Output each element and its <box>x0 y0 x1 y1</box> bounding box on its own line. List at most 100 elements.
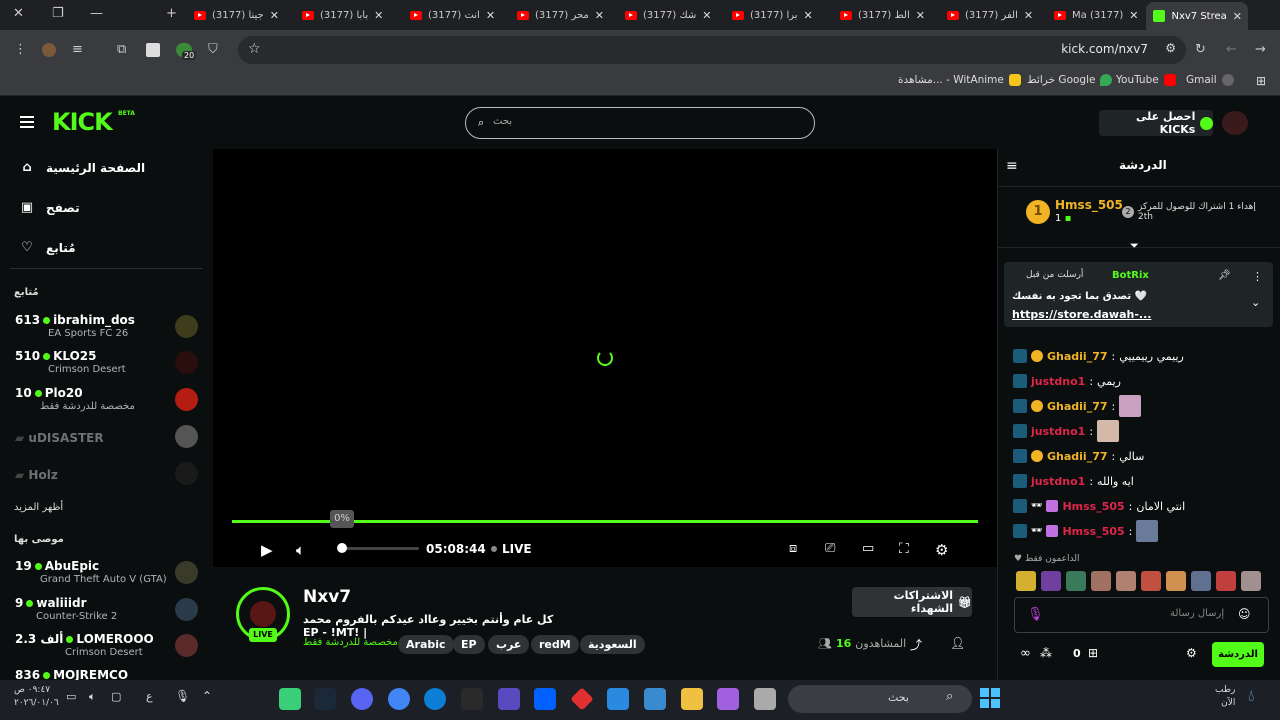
extension-icon[interactable] <box>146 43 160 57</box>
chat-message[interactable]: 🕶 Hmss_505: انتي الامان <box>1013 496 1185 516</box>
close-tab-icon[interactable]: ✕ <box>486 9 495 22</box>
copilot-icon[interactable] <box>717 688 739 710</box>
close-tab-icon[interactable]: ✕ <box>1129 9 1138 22</box>
follow-user-icon[interactable]: 👤︎ <box>950 636 965 650</box>
live-indicator[interactable]: LIVE <box>491 542 532 556</box>
chat-input[interactable] <box>1014 597 1269 633</box>
recommended-channel[interactable]: 9 waliiidr Counter-Strike 2 <box>15 596 203 628</box>
gift-subs-button[interactable]: 🎁︎ الاشتراكات الشهداء <box>852 587 972 617</box>
browser-tab[interactable]: ✕ شك (3177) <box>619 4 717 26</box>
taskbar-app-icon[interactable] <box>754 688 776 710</box>
taskbar-search[interactable] <box>788 685 972 713</box>
recommended-channel[interactable]: 2.3 ألف LOMEROOO Crimson Desert <box>15 632 203 664</box>
supporter-emote[interactable] <box>1091 571 1111 591</box>
discord-icon[interactable] <box>351 688 373 710</box>
following-channel[interactable]: 613 ibrahim_dos EA Sports FC 26 <box>15 313 203 345</box>
show-more-link[interactable]: أظهر المزيد <box>14 502 63 513</box>
chat-message[interactable]: Ghadii_77: سالي <box>1013 446 1144 466</box>
volume-tray-icon[interactable]: 🔈︎ <box>89 690 96 704</box>
stream-category[interactable]: مخصصة للدردشة فقط <box>303 637 398 648</box>
language-indicator[interactable]: ع <box>146 690 153 703</box>
chat-message[interactable]: Ghadii_77: <box>1013 395 1142 417</box>
taskbar-app-icon[interactable] <box>279 688 301 710</box>
extensions-icon[interactable]: ⧉ <box>117 42 126 57</box>
microphone-icon[interactable]: 🎙︎ <box>1027 607 1044 622</box>
steam-icon[interactable] <box>314 688 336 710</box>
minimize-window-icon[interactable]: — <box>90 6 103 21</box>
address-bar[interactable]: ☆ kick.com/nxv7 ⚙ <box>238 36 1186 64</box>
filter-icon[interactable]: ⏷ <box>1130 239 1139 253</box>
gift-icon[interactable]: ⊞ <box>1088 646 1098 660</box>
network-icon[interactable]: ▢ <box>111 690 121 703</box>
bookmark-gmail[interactable]: Gmail <box>1186 74 1234 86</box>
taskbar-clock[interactable]: ٠٩:٤٧ ص ٢٠٢٦/٠١/٠٦ <box>14 684 59 710</box>
play-icon[interactable]: ▶ <box>261 541 273 559</box>
close-tab-icon[interactable]: ✕ <box>916 9 925 22</box>
new-tab-icon[interactable]: + <box>166 6 177 21</box>
browser-tab[interactable]: ✕ جينا (3177) <box>188 4 285 26</box>
epic-games-icon[interactable] <box>461 688 483 710</box>
offline-channel[interactable]: ▰ Holz <box>15 462 203 496</box>
supporter-emote[interactable] <box>1141 571 1161 591</box>
stream-tag[interactable]: Arabic <box>398 635 454 654</box>
bookmark-youtube[interactable]: YouTube <box>1116 74 1176 86</box>
browser-tab[interactable]: ✕ برا (3177) <box>726 4 819 26</box>
kick-logo[interactable]: KICK <box>52 108 113 136</box>
share-icon[interactable]: ⤴ <box>910 636 922 653</box>
pin-icon[interactable]: 📌︎ <box>1218 270 1231 281</box>
tray-overflow-icon[interactable]: ⌃ <box>202 689 212 703</box>
recommended-channel[interactable]: 19 AbuEpic Grand Theft Auto V (GTA) <box>15 559 203 591</box>
chat-message[interactable]: justdno1: ايه والله <box>1013 471 1134 491</box>
site-settings-icon[interactable]: ⚙ <box>1165 41 1176 55</box>
supporter-emote[interactable] <box>1216 571 1236 591</box>
profile-avatar[interactable] <box>42 43 56 57</box>
user-avatar[interactable] <box>1222 111 1248 135</box>
back-icon[interactable]: → <box>1255 42 1266 57</box>
offline-channel[interactable]: ▰ uDISASTER <box>15 425 203 459</box>
pinned-username[interactable]: BotRix <box>1112 270 1149 281</box>
channel-name[interactable]: Nxv7 <box>303 587 351 607</box>
clip-icon[interactable]: ⎚ <box>825 541 835 556</box>
close-tab-icon[interactable]: ✕ <box>270 9 279 22</box>
chevron-down-icon[interactable]: ⌄ <box>1251 296 1260 309</box>
stream-tag[interactable]: عرب <box>488 635 530 654</box>
miniplayer-icon[interactable]: ⧈ <box>789 541 797 556</box>
browser-tab[interactable]: ✕ محر (3177) <box>511 4 610 26</box>
hamburger-menu-icon[interactable] <box>20 116 34 131</box>
browser-tab[interactable]: ✕ بابا (3177) <box>296 4 389 26</box>
apps-grid-icon[interactable]: ⊞ <box>1256 74 1266 88</box>
search-input[interactable] <box>465 107 815 139</box>
supporter-emote[interactable] <box>1116 571 1136 591</box>
close-window-icon[interactable]: ✕ <box>13 6 24 21</box>
fullscreen-icon[interactable]: ⛶ <box>899 541 909 557</box>
kicks-icon[interactable]: ⁂ <box>1040 646 1052 660</box>
bookmark-google-maps[interactable]: خرائط Google <box>1027 74 1113 86</box>
volume-slider[interactable] <box>345 547 419 550</box>
chat-message[interactable]: justdno1: <box>1013 420 1120 442</box>
collapse-chat-icon[interactable]: ≡ <box>1006 158 1018 174</box>
microphone-tray-icon[interactable]: 🎙︎ <box>175 689 190 703</box>
close-tab-icon[interactable]: ✕ <box>595 9 604 22</box>
stream-tag[interactable]: redM <box>531 635 579 654</box>
recommended-channel[interactable]: 836 MOJREMCO <box>15 668 203 680</box>
active-browser-tab[interactable]: ✕ Nxv7 Strea <box>1146 2 1248 30</box>
supporter-emote[interactable] <box>1066 571 1086 591</box>
stream-tag[interactable]: EP <box>453 635 485 654</box>
volume-knob[interactable] <box>337 543 347 553</box>
chat-settings-icon[interactable]: ⚙ <box>1186 646 1197 660</box>
battery-icon[interactable]: ▭ <box>66 690 76 703</box>
close-tab-icon[interactable]: ✕ <box>374 9 383 22</box>
windows-start-icon[interactable] <box>979 687 1001 709</box>
store-icon[interactable] <box>644 688 666 710</box>
file-explorer-icon[interactable] <box>681 688 703 710</box>
theater-mode-icon[interactable]: ▭ <box>862 541 874 556</box>
supporter-emote[interactable] <box>1191 571 1211 591</box>
tab-search-icon[interactable]: ≡ <box>72 42 83 57</box>
close-tab-icon[interactable]: ✕ <box>1024 9 1033 22</box>
supporter-emote[interactable] <box>1241 571 1261 591</box>
reload-icon[interactable]: ↻ <box>1195 42 1206 57</box>
browser-tab[interactable]: ✕ الط (3177) <box>834 4 931 26</box>
close-tab-icon[interactable]: ✕ <box>702 9 711 22</box>
chat-message[interactable]: 🕶 Hmss_505: <box>1013 520 1159 542</box>
infinity-icon[interactable]: ∞ <box>1020 646 1031 661</box>
